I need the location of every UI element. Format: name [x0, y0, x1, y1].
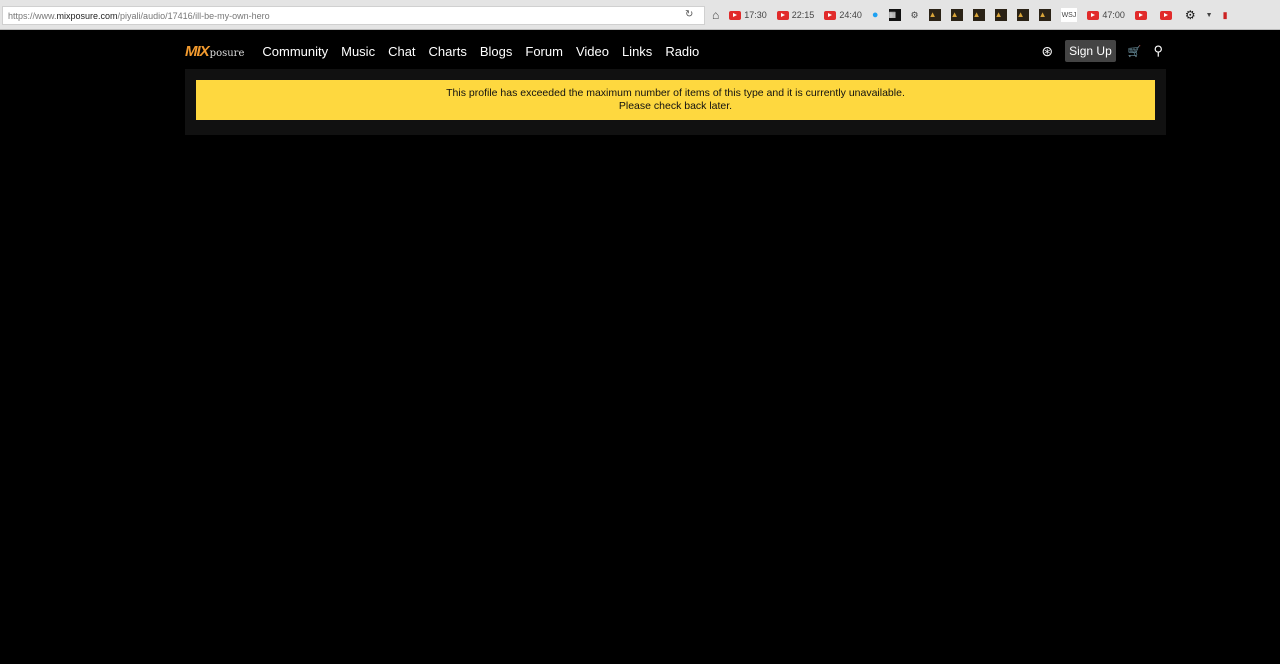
wsj-bookmark[interactable]: WSJ — [1060, 8, 1078, 22]
youtube-glyph — [1134, 10, 1147, 20]
bookmark-video-2[interactable]: 22:15 — [776, 8, 815, 22]
bookmark-icon[interactable]: ▲ — [1038, 9, 1051, 21]
nav-radio[interactable]: Radio — [665, 44, 699, 59]
youtube-icon[interactable] — [1159, 8, 1175, 22]
unavailable-alert: This profile has exceeded the maximum nu… — [196, 80, 1155, 120]
nav-video[interactable]: Video — [576, 44, 609, 59]
bookmark-video-3[interactable]: 24:40 — [824, 8, 862, 22]
youtube-icon — [1087, 10, 1100, 20]
content-panel: This profile has exceeded the maximum nu… — [185, 69, 1166, 135]
bookmark-video-1[interactable]: 17:30 — [729, 8, 767, 22]
home-icon[interactable]: ⌂ — [712, 8, 719, 22]
bookmark-video-4[interactable]: 47:00 — [1087, 8, 1125, 22]
bookmark-icon[interactable]: ▲ — [928, 9, 941, 21]
shield-icon[interactable]: ▮ — [1223, 8, 1228, 22]
chevron-down-icon[interactable]: ▼ — [1206, 8, 1213, 22]
youtube-icon[interactable] — [1134, 8, 1150, 22]
logo-mix: MIX — [185, 42, 210, 60]
alert-message: This profile has exceeded the maximum nu… — [446, 87, 905, 99]
extensions-bar: ⌂ 17:30 22:15 24:40 ● ▦ ⚙ ▲ ▲ ▲ ▲ ▲ ▲ WS… — [712, 8, 1238, 22]
url-prefix: https://www. — [8, 11, 57, 21]
url-domain: mixposure.com — [56, 11, 118, 21]
bookmark-icon[interactable]: ▲ — [950, 9, 963, 21]
nav-forum[interactable]: Forum — [525, 44, 563, 59]
nav-actions: ⊛ Sign Up 🛒 ⚲ — [1041, 38, 1165, 64]
site-navbar: MIX posure Community Music Chat Charts Bl… — [185, 38, 1165, 64]
logo-posure: posure — [209, 47, 245, 59]
bookmark-icon[interactable]: ▲ — [994, 9, 1007, 21]
nav-charts[interactable]: Charts — [429, 44, 467, 59]
sign-up-button[interactable]: Sign Up — [1065, 40, 1116, 62]
nav-chat[interactable]: Chat — [388, 44, 415, 59]
bookmark-icon[interactable]: ▲ — [972, 9, 985, 21]
bookmark-label: 17:30 — [744, 10, 767, 20]
url-path: /piyali/audio/17416/ill-be-my-own-hero — [117, 11, 270, 21]
address-bar[interactable]: https://www.mixposure.com/piyali/audio/1… — [2, 6, 705, 25]
settings-icon[interactable]: ⚙ — [1185, 8, 1196, 22]
bookmark-label: 24:40 — [839, 10, 862, 20]
alert-submessage: Please check back later. — [618, 100, 733, 112]
gear-extension-icon[interactable]: ⚙ — [911, 8, 919, 22]
reload-icon[interactable]: ↻ — [685, 9, 693, 20]
site-logo[interactable]: MIX posure — [185, 43, 244, 60]
nav-music[interactable]: Music — [341, 44, 375, 59]
youtube-icon — [776, 10, 789, 20]
youtube-glyph — [1159, 10, 1172, 20]
twitter-icon[interactable]: ● — [872, 8, 879, 22]
nav-community[interactable]: Community — [262, 44, 328, 59]
login-icon[interactable]: ⊛ — [1041, 43, 1053, 60]
bookmark-label: 22:15 — [791, 10, 815, 20]
youtube-icon — [824, 10, 837, 20]
cart-icon[interactable]: 🛒 — [1128, 45, 1142, 58]
browser-toolbar: https://www.mixposure.com/piyali/audio/1… — [0, 0, 1280, 30]
search-icon[interactable]: ⚲ — [1153, 43, 1163, 59]
bookmark-label: 47:00 — [1102, 10, 1125, 20]
youtube-icon — [729, 10, 742, 20]
space-invader-icon[interactable]: ▦ — [888, 9, 901, 21]
bookmark-icon[interactable]: ▲ — [1016, 9, 1029, 21]
nav-links[interactable]: Links — [622, 44, 652, 59]
nav-blogs[interactable]: Blogs — [480, 44, 513, 59]
